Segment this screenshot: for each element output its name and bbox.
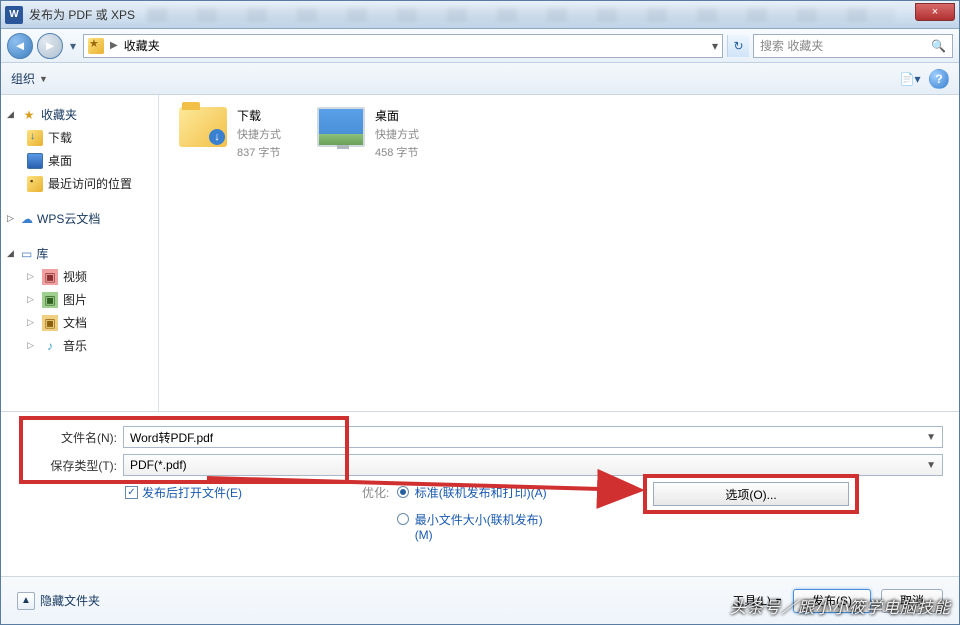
toolbar: 组织▼ 📄▾ ? xyxy=(1,63,959,95)
sidebar-item-videos[interactable]: ▷▣视频 xyxy=(1,265,158,288)
sidebar-favorites-header[interactable]: ◢ ★ 收藏夹 xyxy=(1,103,158,126)
file-type: 快捷方式 xyxy=(237,126,281,142)
music-icon: ♪ xyxy=(42,338,58,354)
back-button[interactable]: ◄ xyxy=(7,33,33,59)
documents-icon: ▣ xyxy=(42,315,58,331)
options-button[interactable]: 选项(O)... xyxy=(653,482,849,506)
expand-icon: ▷ xyxy=(7,213,17,224)
view-options-button[interactable]: 📄▾ xyxy=(897,68,923,90)
titlebar-blur xyxy=(147,8,895,22)
optimize-minimum-radio[interactable]: 最小文件大小(联机发布)(M) xyxy=(397,511,557,542)
filename-input[interactable]: Word转PDF.pdf▼ xyxy=(123,426,943,448)
video-icon: ▣ xyxy=(42,269,58,285)
desktop-icon xyxy=(27,153,43,169)
breadcrumb-dropdown-icon[interactable]: ▾ xyxy=(712,39,718,53)
search-placeholder: 搜索 收藏夹 xyxy=(760,37,823,54)
recent-icon xyxy=(27,176,43,192)
cloud-icon: ☁ xyxy=(21,212,33,226)
radio-selected-icon xyxy=(397,486,409,498)
save-form: 文件名(N): Word转PDF.pdf▼ 保存类型(T): PDF(*.pdf… xyxy=(1,411,959,560)
sidebar-item-pictures[interactable]: ▷▣图片 xyxy=(1,288,158,311)
sidebar-item-desktop[interactable]: 桌面 xyxy=(1,149,158,172)
dropdown-icon[interactable]: ▼ xyxy=(926,460,936,471)
file-item-downloads[interactable]: ↓ 下载 快捷方式 837 字节 xyxy=(179,107,281,160)
open-after-checkbox[interactable]: ✓ 发布后打开文件(E) xyxy=(125,484,242,552)
file-name: 下载 xyxy=(237,107,281,124)
file-item-desktop[interactable]: 桌面 快捷方式 458 字节 xyxy=(317,107,419,160)
navbar: ◄ ► ▾ ▶ 收藏夹 ▾ ↻ 搜索 收藏夹 🔍 xyxy=(1,29,959,63)
dialog-footer: ▲ 隐藏文件夹 工具(L)▼ 发布(S) 取消 xyxy=(1,576,959,624)
chevron-up-icon: ▲ xyxy=(17,592,35,610)
titlebar: W 发布为 PDF 或 XPS × xyxy=(1,1,959,29)
chevron-right-icon: ▶ xyxy=(110,40,118,51)
pictures-icon: ▣ xyxy=(42,292,58,308)
star-icon: ★ xyxy=(21,107,37,123)
hide-folders-toggle[interactable]: ▲ 隐藏文件夹 xyxy=(17,592,100,610)
sidebar: ◢ ★ 收藏夹 下载 桌面 最近访问的位置 ▷ ☁ WPS云文档 ◢ ▭ xyxy=(1,95,159,411)
publish-button[interactable]: 发布(S) xyxy=(793,589,871,613)
sidebar-item-recent[interactable]: 最近访问的位置 xyxy=(1,172,158,195)
desktop-icon xyxy=(317,107,365,147)
download-badge-icon: ↓ xyxy=(209,129,225,145)
dropdown-icon[interactable]: ▼ xyxy=(926,432,936,443)
tools-menu[interactable]: 工具(L)▼ xyxy=(732,592,783,609)
help-button[interactable]: ? xyxy=(929,69,949,89)
library-icon: ▭ xyxy=(21,247,32,261)
optimize-standard-radio[interactable]: 标准(联机发布和打印)(A) xyxy=(397,484,557,501)
organize-menu[interactable]: 组织▼ xyxy=(11,70,48,87)
file-list: ↓ 下载 快捷方式 837 字节 桌面 快捷方式 458 字节 xyxy=(159,95,959,411)
breadcrumb-location: 收藏夹 xyxy=(124,37,160,54)
filetype-select[interactable]: PDF(*.pdf)▼ xyxy=(123,454,943,476)
forward-button[interactable]: ► xyxy=(37,33,63,59)
close-button[interactable]: × xyxy=(915,3,955,21)
window-title: 发布为 PDF 或 XPS xyxy=(29,6,135,23)
sidebar-libraries-header[interactable]: ◢ ▭ 库 xyxy=(1,242,158,265)
sidebar-item-music[interactable]: ▷♪音乐 xyxy=(1,334,158,357)
folder-icon: ↓ xyxy=(179,107,227,147)
filename-label: 文件名(N): xyxy=(17,429,123,446)
sidebar-wps-header[interactable]: ▷ ☁ WPS云文档 xyxy=(1,207,158,230)
refresh-button[interactable]: ↻ xyxy=(727,35,749,57)
file-type: 快捷方式 xyxy=(375,126,419,142)
file-name: 桌面 xyxy=(375,107,419,124)
favorites-icon xyxy=(88,38,104,54)
nav-history-dropdown[interactable]: ▾ xyxy=(67,36,79,56)
sidebar-item-downloads[interactable]: 下载 xyxy=(1,126,158,149)
collapse-icon: ◢ xyxy=(7,109,17,120)
collapse-icon: ◢ xyxy=(7,248,17,259)
checkbox-checked-icon: ✓ xyxy=(125,486,138,499)
file-size: 837 字节 xyxy=(237,144,281,160)
filetype-label: 保存类型(T): xyxy=(17,457,123,474)
sidebar-item-documents[interactable]: ▷▣文档 xyxy=(1,311,158,334)
breadcrumb[interactable]: ▶ 收藏夹 ▾ xyxy=(83,34,723,58)
radio-icon xyxy=(397,513,409,525)
download-folder-icon xyxy=(27,130,43,146)
cancel-button[interactable]: 取消 xyxy=(881,589,943,613)
app-icon: W xyxy=(5,6,23,24)
search-input[interactable]: 搜索 收藏夹 🔍 xyxy=(753,34,953,58)
optimize-label: 优化: xyxy=(362,484,389,501)
search-icon: 🔍 xyxy=(931,39,946,53)
file-size: 458 字节 xyxy=(375,144,419,160)
